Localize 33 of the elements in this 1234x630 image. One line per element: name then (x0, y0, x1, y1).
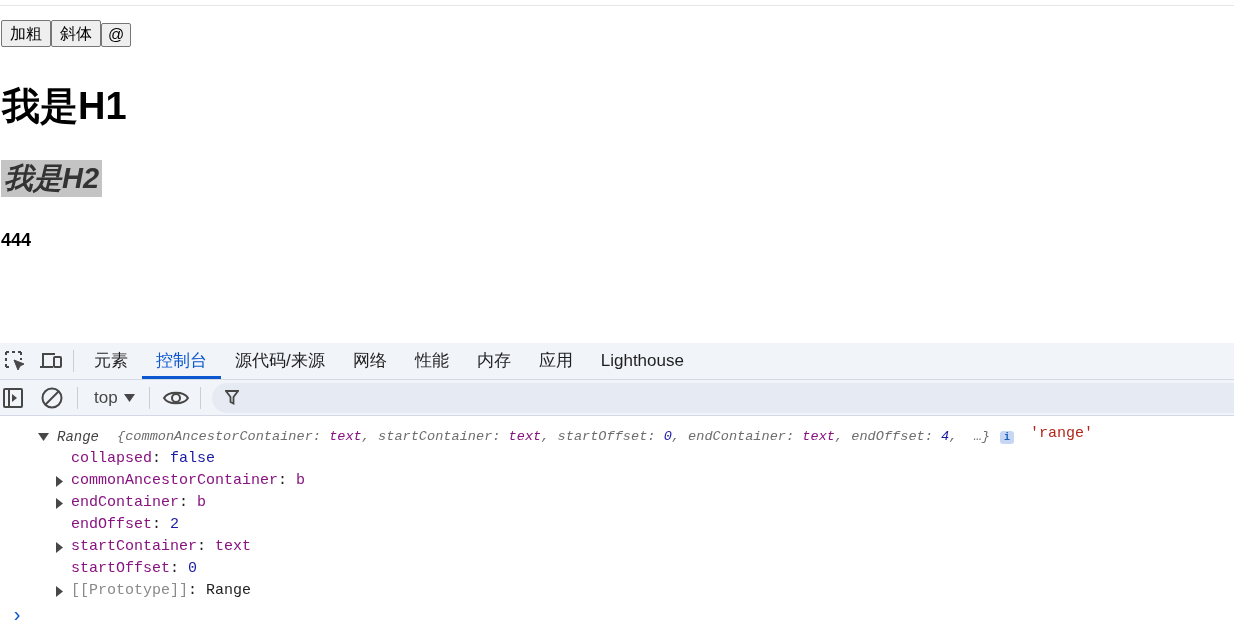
toolbar-button[interactable]: @ (101, 23, 132, 47)
tab[interactable]: 内存 (462, 343, 525, 379)
property-line[interactable]: endOffset: 2 (71, 513, 180, 537)
property-line[interactable]: startContainer: text (71, 535, 252, 559)
filter-field[interactable] (211, 382, 1234, 413)
tab[interactable]: 网络 (338, 343, 401, 379)
clear-icon[interactable] (41, 386, 63, 409)
property-line[interactable]: collapsed: false (71, 447, 216, 471)
toolbar-button[interactable]: 加粗 (1, 20, 51, 47)
inspect-icon[interactable] (3, 349, 27, 373)
filter-icon (224, 390, 239, 405)
toolbar-button[interactable]: 斜体 (51, 20, 101, 47)
property-line[interactable]: startOffset: 0 (71, 557, 198, 581)
heading: 我是H2 (1, 160, 103, 197)
context-dropdown[interactable]: top (94, 384, 135, 411)
paragraph: 444 (1, 229, 32, 252)
caret-icon (123, 393, 135, 402)
info-badge[interactable]: i (1000, 430, 1014, 444)
sidebar-toggle-icon[interactable] (3, 387, 23, 408)
class-name: Range (57, 427, 99, 447)
tab[interactable]: 元素 (80, 343, 142, 379)
expand-arrow-icon[interactable] (38, 433, 49, 441)
tab[interactable]: 源代码/来源 (221, 343, 339, 379)
property-line[interactable]: commonAncestorContainer: b (71, 469, 306, 493)
source-label: 'range' (1030, 423, 1093, 444)
console-prompt[interactable]: › (0, 606, 1234, 626)
tab[interactable]: 应用 (524, 343, 587, 379)
property-line[interactable]: endContainer: b (71, 491, 207, 515)
heading: 我是H1 (2, 87, 127, 125)
object-summary: {commonAncestorContainer: text, startContainer: text, startOffset: 0, endContainer: text, endOffset: 4, …} (117, 427, 990, 446)
property-line[interactable]: [[Prototype]]: Range (71, 579, 252, 603)
tab[interactable]: Lighthouse (586, 343, 698, 379)
tab[interactable]: 性能 (400, 343, 463, 379)
